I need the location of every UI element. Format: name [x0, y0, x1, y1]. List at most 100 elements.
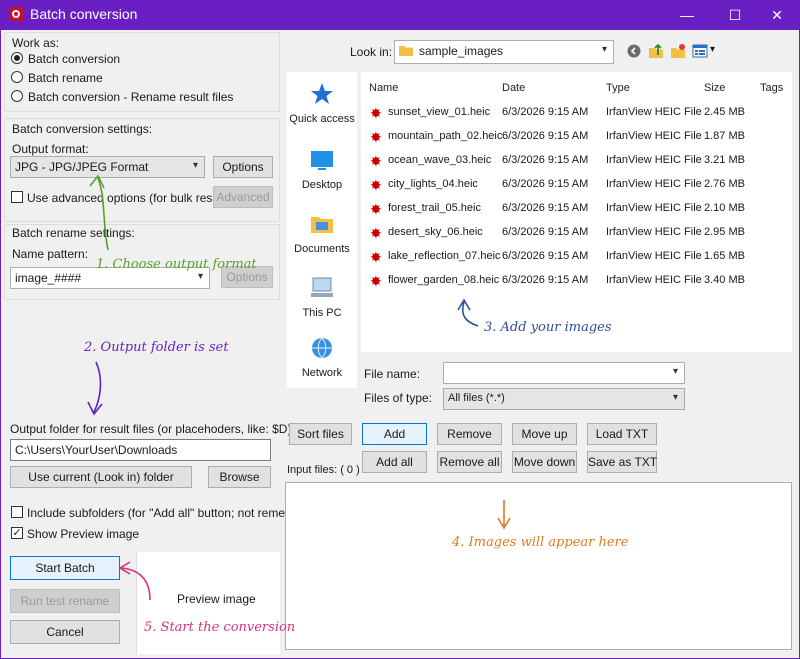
file-row[interactable]: ✸ desert_sky_06.heic 6/3/2026 9:15 AM Irfan… [361, 222, 792, 246]
file-name-label: File name: [364, 367, 421, 381]
column-header-tags[interactable]: Tags [760, 82, 783, 94]
files-of-type-select[interactable]: All files (*.*) ▾ [443, 388, 685, 410]
add-button[interactable]: Add [362, 423, 427, 445]
output-format-value: JPG - JPG/JPEG Format [15, 160, 149, 174]
maximize-button[interactable]: ☐ [712, 0, 758, 30]
look-in-label: Look in: [350, 45, 393, 59]
move-down-button[interactable]: Move down [512, 451, 577, 473]
heic-file-icon: ✸ [370, 201, 382, 217]
radio-batch-rename-label[interactable]: Batch rename [28, 71, 103, 85]
advanced-options-label[interactable]: Use advanced options (for bulk resize...… [27, 191, 242, 205]
file-type: IrfanView HEIC File [606, 250, 702, 262]
look-in-value: sample_images [419, 44, 504, 58]
file-name: mountain_path_02.heic [388, 130, 503, 142]
radio-batch-conversion-label[interactable]: Batch conversion [28, 52, 120, 66]
add-all-button[interactable]: Add all [362, 451, 427, 473]
remove-all-button[interactable]: Remove all [437, 451, 502, 473]
file-row[interactable]: ✸ ocean_wave_03.heic 6/3/2026 9:15 AM Irfan… [361, 150, 792, 174]
preview-panel: Preview image [136, 552, 280, 654]
place-documents-label: Documents [294, 243, 350, 255]
new-folder-icon[interactable] [670, 43, 686, 59]
close-button[interactable]: ✕ [754, 0, 800, 30]
file-type: IrfanView HEIC File [606, 274, 702, 286]
start-batch-button[interactable]: Start Batch [10, 556, 120, 580]
computer-icon [311, 277, 333, 297]
file-name: forest_trail_05.heic [388, 202, 481, 214]
file-type: IrfanView HEIC File [606, 130, 702, 142]
name-pattern-value: image_#### [15, 271, 82, 285]
file-row[interactable]: ✸ forest_trail_05.heic 6/3/2026 9:15 AM Irf… [361, 198, 792, 222]
file-size: 3.21 MB [704, 154, 745, 166]
cancel-button[interactable]: Cancel [10, 620, 120, 644]
run-test-rename-button[interactable]: Run test rename [10, 589, 120, 613]
output-folder-input[interactable]: C:\Users\YourUser\Downloads [10, 439, 271, 461]
file-date: 6/3/2026 9:15 AM [502, 274, 589, 286]
use-current-folder-button[interactable]: Use current (Look in) folder [10, 466, 192, 488]
show-preview-checkbox[interactable]: ✓ [11, 527, 23, 539]
file-size: 1.87 MB [704, 130, 745, 142]
file-row[interactable]: ✸ lake_reflection_07.heic 6/3/2026 9:15 AM… [361, 246, 792, 270]
place-this-pc[interactable]: This PC [287, 276, 357, 319]
file-row[interactable]: ✸ sunset_view_01.heic 6/3/2026 9:15 AM Irfa… [361, 102, 792, 126]
desktop-icon [311, 151, 333, 170]
file-size: 3.40 MB [704, 274, 745, 286]
place-desktop[interactable]: Desktop [287, 148, 357, 191]
file-row[interactable]: ✸ mountain_path_02.heic 6/3/2026 9:15 AM Ir… [361, 126, 792, 150]
place-quick-access[interactable]: Quick access [287, 82, 357, 125]
load-txt-button[interactable]: Load TXT [587, 423, 657, 445]
save-as-txt-button[interactable]: Save as TXT [587, 451, 657, 473]
column-header-date[interactable]: Date [502, 82, 525, 94]
file-date: 6/3/2026 9:15 AM [502, 106, 589, 118]
place-desktop-label: Desktop [301, 179, 343, 191]
output-format-select[interactable]: JPG - JPG/JPEG Format ▾ [10, 156, 205, 178]
file-date: 6/3/2026 9:15 AM [502, 130, 589, 142]
move-up-button[interactable]: Move up [512, 423, 577, 445]
annotation-step4: 4. Images will appear here [452, 535, 629, 550]
input-files-count-label: Input files: ( 0 ) [287, 464, 360, 476]
file-type: IrfanView HEIC File [606, 202, 702, 214]
back-icon[interactable] [627, 44, 641, 58]
radio-batch-conversion[interactable] [11, 52, 23, 64]
network-globe-icon [312, 337, 332, 359]
file-date: 6/3/2026 9:15 AM [502, 178, 589, 190]
file-size: 2.45 MB [704, 106, 745, 118]
file-type: IrfanView HEIC File [606, 154, 702, 166]
file-size: 2.95 MB [704, 226, 745, 238]
format-options-button[interactable]: Options [213, 156, 273, 178]
star-icon [311, 83, 333, 104]
file-row[interactable]: ✸ flower_garden_08.heic 6/3/2026 9:15 AM Ir… [361, 270, 792, 294]
file-name: city_lights_04.heic [388, 178, 478, 190]
file-name: sunset_view_01.heic [388, 106, 491, 118]
conversion-settings-label: Batch conversion settings: [12, 122, 153, 136]
input-files-list[interactable] [285, 482, 792, 650]
work-as-label: Work as: [12, 36, 60, 50]
view-menu-chevron-icon[interactable]: ▾ [710, 44, 715, 55]
sort-files-button[interactable]: Sort files [289, 423, 352, 445]
show-preview-label[interactable]: Show Preview image [27, 527, 139, 541]
include-subfolders-checkbox[interactable] [11, 506, 23, 518]
view-menu-icon[interactable] [692, 43, 708, 59]
radio-conversion-rename[interactable] [11, 90, 23, 102]
up-folder-icon[interactable] [648, 43, 664, 59]
output-folder-label: Output folder for result files (or place… [10, 422, 292, 436]
browse-button[interactable]: Browse [208, 466, 271, 488]
place-network[interactable]: Network [287, 336, 357, 379]
column-header-size[interactable]: Size [704, 82, 725, 94]
file-row[interactable]: ✸ city_lights_04.heic 6/3/2026 9:15 AM Irfa… [361, 174, 792, 198]
advanced-button[interactable]: Advanced [213, 186, 273, 208]
minimize-button[interactable]: — [664, 0, 710, 30]
file-name: flower_garden_08.heic [388, 274, 500, 286]
folder-icon [399, 46, 413, 56]
advanced-options-checkbox[interactable] [11, 191, 23, 203]
look-in-select[interactable]: sample_images ▾ [394, 40, 614, 64]
file-list[interactable]: Name Date Type Size Tags ✸ sunset_view_01… [361, 72, 792, 352]
radio-batch-rename[interactable] [11, 71, 23, 83]
column-header-type[interactable]: Type [606, 82, 630, 94]
column-header-name[interactable]: Name [369, 82, 398, 94]
file-type: IrfanView HEIC File [606, 106, 702, 118]
remove-button[interactable]: Remove [437, 423, 502, 445]
radio-conversion-rename-label[interactable]: Batch conversion - Rename result files [28, 90, 233, 104]
annotation-step5: 5. Start the conversion [144, 620, 296, 635]
file-name-input[interactable]: ▾ [443, 362, 685, 384]
place-documents[interactable]: Documents [287, 212, 357, 255]
